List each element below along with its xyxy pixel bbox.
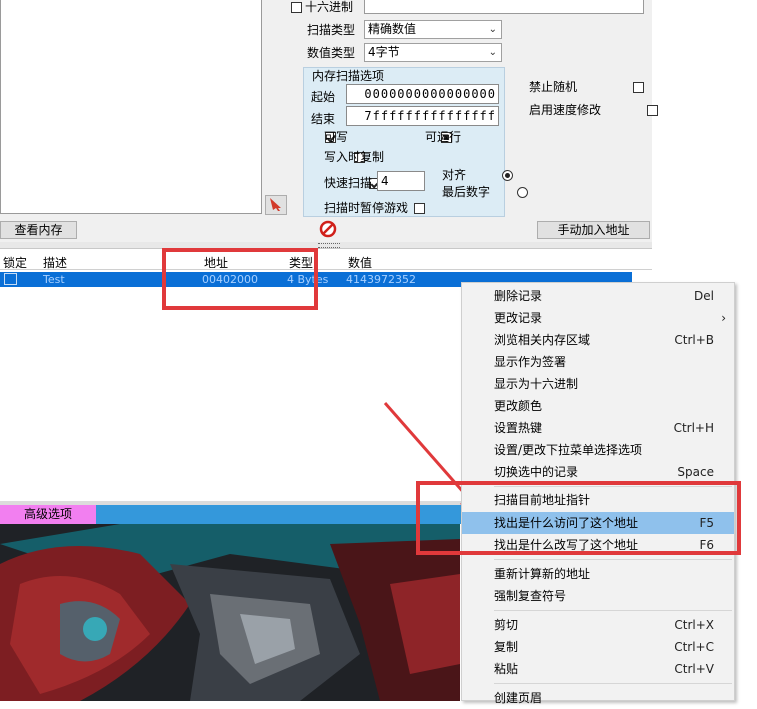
chevron-down-icon: ⌄ bbox=[488, 24, 497, 35]
chevron-down-icon: ⌄ bbox=[488, 47, 497, 58]
align-label: 对齐 bbox=[442, 168, 467, 182]
pause-game-checkbox[interactable] bbox=[413, 203, 425, 214]
view-memory-button[interactable]: 查看内存 bbox=[0, 221, 77, 239]
chevron-right-icon: › bbox=[721, 311, 726, 325]
menu-item-recheck-symbols[interactable]: 强制复查符号 bbox=[462, 585, 734, 607]
menu-item-cut[interactable]: 剪切 Ctrl+X bbox=[462, 614, 734, 636]
menu-item-delete-record[interactable]: 删除记录 Del bbox=[462, 285, 734, 307]
stop-icon[interactable] bbox=[318, 219, 338, 239]
address-highlight-box bbox=[162, 248, 318, 310]
right-margin bbox=[652, 0, 757, 248]
scan-type-value: 精确数值 bbox=[368, 22, 417, 36]
disable-random-checkbox[interactable] bbox=[632, 82, 644, 93]
value-type-select[interactable]: 4字节 ⌄ bbox=[364, 43, 502, 62]
hex-label: 十六进制 bbox=[305, 0, 354, 14]
advanced-options-tab[interactable]: 高级选项 bbox=[0, 505, 96, 524]
menu-highlight-box bbox=[416, 481, 741, 555]
menu-item-recalculate-address[interactable]: 重新计算新的地址 bbox=[462, 563, 734, 585]
pause-game-label: 扫描时暂停游戏 bbox=[324, 201, 409, 215]
menu-item-create-header[interactable]: 创建页眉 bbox=[462, 687, 734, 709]
row-value: 4143972352 bbox=[346, 273, 416, 286]
menu-item-show-as-signed[interactable]: 显示作为签署 bbox=[462, 351, 734, 373]
speedhack-checkbox[interactable] bbox=[647, 105, 659, 116]
add-address-manually-button[interactable]: 手动加入地址 bbox=[537, 221, 650, 239]
header-divider bbox=[0, 269, 652, 270]
lock-checkbox[interactable] bbox=[4, 273, 17, 285]
stop-label: 结束 bbox=[311, 112, 336, 126]
last-digits-label: 最后数字 bbox=[442, 185, 491, 199]
red-arrow-icon bbox=[270, 198, 281, 211]
writable-label: 可写 bbox=[324, 130, 349, 144]
add-selected-to-list-button[interactable] bbox=[265, 195, 287, 215]
start-address-input[interactable]: 0000000000000000 bbox=[346, 84, 499, 104]
scan-value-input[interactable] bbox=[364, 0, 644, 14]
value-type-value: 4字节 bbox=[368, 45, 400, 59]
scan-type-select[interactable]: 精确数值 ⌄ bbox=[364, 20, 502, 39]
background-artwork bbox=[0, 524, 460, 701]
menu-item-set-hotkey[interactable]: 设置热键 Ctrl+H bbox=[462, 417, 734, 439]
value-type-label: 数值类型 bbox=[307, 46, 356, 60]
menu-item-dropdown-options[interactable]: 设置/更改下拉菜单选择选项 bbox=[462, 439, 734, 461]
menu-separator bbox=[494, 683, 732, 684]
menu-separator bbox=[494, 610, 732, 611]
last-digits-radio[interactable] bbox=[516, 187, 528, 198]
memory-scan-options-title: 内存扫描选项 bbox=[312, 69, 385, 83]
copy-on-write-label: 写入时复制 bbox=[324, 150, 385, 164]
menu-item-change-color[interactable]: 更改颜色 bbox=[462, 395, 734, 417]
found-address-list[interactable] bbox=[0, 0, 262, 214]
menu-separator bbox=[494, 559, 732, 560]
menu-item-show-as-hex[interactable]: 显示为十六进制 bbox=[462, 373, 734, 395]
row-description: Test bbox=[43, 273, 65, 286]
start-label: 起始 bbox=[311, 90, 336, 104]
menu-item-copy[interactable]: 复制 Ctrl+C bbox=[462, 636, 734, 658]
fast-scan-label: 快速扫描 bbox=[324, 176, 373, 190]
hex-checkbox[interactable] bbox=[291, 2, 302, 13]
menu-item-toggle-selected[interactable]: 切换选中的记录 Space bbox=[462, 461, 734, 483]
speedhack-label: 启用速度修改 bbox=[529, 103, 602, 117]
fast-scan-alignment-input[interactable]: 4 bbox=[377, 171, 425, 191]
scan-type-label: 扫描类型 bbox=[307, 23, 356, 37]
disable-random-label: 禁止随机 bbox=[529, 80, 578, 94]
menu-item-change-record[interactable]: 更改记录 › bbox=[462, 307, 734, 329]
executable-label: 可运行 bbox=[425, 130, 462, 144]
menu-item-browse-memory-region[interactable]: 浏览相关内存区域 Ctrl+B bbox=[462, 329, 734, 351]
menu-item-paste[interactable]: 粘贴 Ctrl+V bbox=[462, 658, 734, 680]
stop-address-input[interactable]: 7fffffffffffffff bbox=[346, 106, 499, 126]
